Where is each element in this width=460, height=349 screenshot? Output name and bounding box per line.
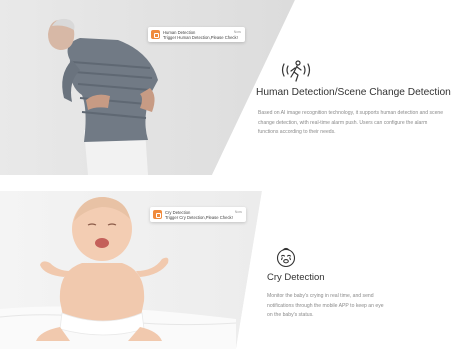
notification-time: Now [233,29,241,34]
running-person-icon [281,60,311,82]
cry-detection-section: Cry Detection Trigger Cry Detection,Plea… [0,191,460,349]
feature-title: Human Detection/Scene Change Detection [256,87,451,98]
notification-body: Trigger Human Detection,Please Check! [163,34,238,40]
notification-time: Now [234,209,242,214]
human-detection-section: Human Detection Trigger Human Detection,… [0,0,460,175]
app-logo-icon [153,210,162,219]
notification-body: Trigger Cry Detection,Please Check! [165,214,233,220]
feature-description: Based on AI image recognition technology… [258,110,444,135]
section-divider [0,175,460,191]
cry-detection-notification[interactable]: Cry Detection Trigger Cry Detection,Plea… [150,207,246,222]
human-detection-notification[interactable]: Human Detection Trigger Human Detection,… [148,27,245,42]
app-logo-icon [151,30,160,39]
crying-baby-face-icon [276,247,296,268]
feature-description: Monitor the baby's crying in real time, … [267,293,384,318]
feature-title: Cry Detection [267,272,325,283]
